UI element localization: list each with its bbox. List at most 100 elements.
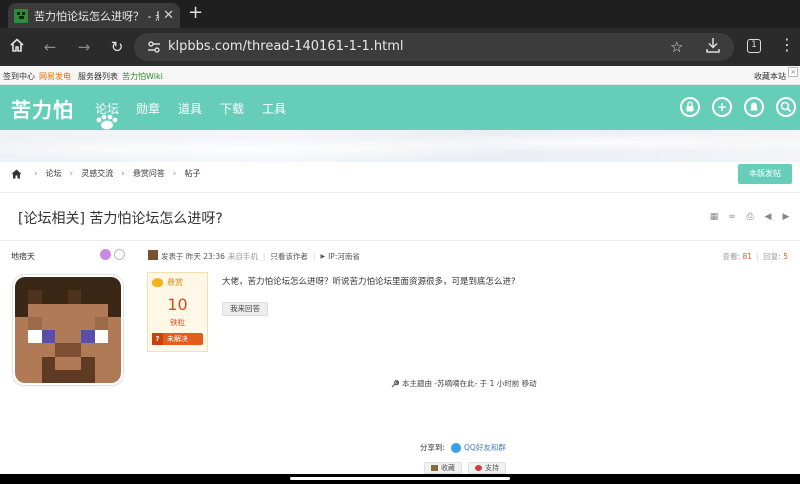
notification-bell-icon[interactable]	[744, 97, 764, 117]
topbar-link-checkin[interactable]: 签到中心	[3, 71, 35, 82]
avatar-pixel	[94, 277, 108, 291]
corner-close-icon[interactable]: ×	[788, 67, 798, 77]
site-top-links: 签到中心 网易发电 服务器列表 苦力怕Wiki 收藏本站 ×	[0, 66, 800, 85]
replies-label: 回复:	[763, 252, 781, 261]
avatar-pixel	[107, 277, 121, 291]
prev-thread-icon[interactable]: ◀	[763, 212, 773, 222]
avatar-pixel	[28, 356, 42, 370]
topbar-favorite-link[interactable]: 收藏本站	[754, 71, 786, 82]
topbar-link-servers[interactable]: 服务器列表	[78, 71, 118, 82]
tab-count-button[interactable]: 1	[747, 39, 761, 53]
back-arrow-icon[interactable]: ←	[40, 37, 60, 57]
meta-separator: |	[312, 252, 316, 261]
share-row: 分享到: QQ好友和群	[420, 442, 506, 453]
avatar-pixel	[15, 369, 29, 383]
avatar-pixel	[41, 303, 55, 317]
avatar-pixel	[41, 316, 55, 330]
tab-title: 苦力怕论坛怎么进呀？ - 悬赏	[34, 9, 159, 23]
post-action-buttons: 收藏 支持	[424, 462, 512, 474]
topbar-link-wiki[interactable]: 苦力怕Wiki	[122, 71, 163, 82]
search-icon[interactable]	[776, 97, 796, 117]
bounty-status-badge: ? 未解决	[152, 333, 203, 345]
avatar[interactable]	[12, 274, 124, 386]
breadcrumb-separator-icon: ›	[34, 168, 38, 179]
qrcode-icon[interactable]: ▦	[709, 212, 719, 222]
avatar-pixel	[28, 330, 42, 344]
breadcrumb-inspiration[interactable]: 灵感交流	[81, 168, 113, 179]
avatar-pixel	[68, 343, 82, 357]
avatar-pixel	[68, 277, 82, 291]
qq-icon[interactable]	[451, 442, 462, 453]
browser-menu-icon[interactable]: ⋮	[779, 37, 795, 53]
author-name[interactable]: 地痞天	[11, 251, 35, 262]
home-icon[interactable]	[7, 37, 27, 57]
breadcrumb-post[interactable]: 帖子	[184, 168, 200, 179]
only-author-link[interactable]: 只看该作者	[270, 251, 308, 262]
site-header: 苦力怕 论坛 勋章 道具 下载 工具 +	[0, 85, 800, 130]
breadcrumb-home-icon[interactable]	[11, 169, 22, 179]
new-post-button[interactable]: 本版发帖	[738, 164, 792, 184]
avatar-pixel	[54, 316, 68, 330]
support-label: 支持	[485, 464, 499, 472]
avatar-pixel	[81, 356, 95, 370]
lock-icon[interactable]	[680, 97, 700, 117]
paw-indicator-icon	[96, 114, 118, 130]
support-button[interactable]: 支持	[468, 462, 506, 474]
site-logo[interactable]: 苦力怕	[11, 94, 74, 123]
nav-item-medals[interactable]: 勋章	[136, 100, 160, 117]
browser-tab-bar: 苦力怕论坛怎么进呀？ - 悬赏 ✕ +	[0, 0, 800, 28]
site-info-icon[interactable]	[146, 39, 162, 55]
bounty-amount: 10	[167, 295, 188, 314]
forward-arrow-icon[interactable]: →	[74, 37, 94, 57]
avatar-pixel	[107, 316, 121, 330]
avatar-pixel	[54, 277, 68, 291]
nav-item-downloads[interactable]: 下载	[220, 100, 244, 117]
views-label: 查看:	[722, 252, 741, 261]
avatar-pixel	[54, 356, 68, 370]
bounty-unit: 铁粒	[170, 318, 185, 327]
avatar-pixel	[81, 316, 95, 330]
favorite-button[interactable]: 收藏	[424, 462, 462, 474]
browser-tab[interactable]: 苦力怕论坛怎么进呀？ - 悬赏 ✕	[8, 3, 180, 28]
wrench-icon	[391, 379, 399, 387]
avatar-pixel	[94, 316, 108, 330]
avatar-pixel	[81, 303, 95, 317]
bounty-header: 悬赏	[152, 277, 183, 288]
avatar-pixel	[41, 277, 55, 291]
add-icon[interactable]: +	[712, 97, 732, 117]
address-bar[interactable]: klpbbs.com/thread-140161-1-1.html	[134, 33, 734, 61]
avatar-pixel	[28, 369, 42, 383]
breadcrumb-bounty-qa[interactable]: 悬赏问答	[133, 168, 165, 179]
post-time: 发表于 昨天 23:36	[161, 252, 225, 261]
close-tab-icon[interactable]: ✕	[163, 8, 174, 23]
avatar-pixel	[54, 330, 68, 344]
answer-button[interactable]: 我来回答	[222, 302, 268, 316]
avatar-pixel	[107, 303, 121, 317]
avatar-pixel	[68, 316, 82, 330]
share-qq-link[interactable]: QQ好友和群	[464, 442, 506, 453]
reload-icon[interactable]: ↻	[107, 37, 127, 57]
avatar-pixel	[28, 343, 42, 357]
level-badge-icon	[114, 249, 125, 260]
divider	[0, 192, 800, 193]
browser-toolbar: ← → ↻ klpbbs.com/thread-140161-1-1.html …	[0, 28, 800, 66]
meta-separator: |	[262, 252, 266, 261]
print-icon[interactable]: ⎙	[745, 212, 755, 222]
topbar-link-power[interactable]: 网易发电	[39, 71, 71, 82]
favorite-icon	[431, 465, 438, 471]
link-icon[interactable]: ∞	[727, 212, 737, 222]
avatar-pixel	[28, 290, 42, 304]
new-tab-icon[interactable]: +	[188, 4, 203, 22]
breadcrumb-forum[interactable]: 论坛	[46, 168, 62, 179]
next-thread-icon[interactable]: ▶	[781, 212, 791, 222]
avatar-pixel	[41, 356, 55, 370]
gesture-handle[interactable]	[290, 477, 510, 480]
bookmark-star-icon[interactable]: ☆	[670, 38, 683, 56]
nav-item-tools[interactable]: 工具	[262, 100, 286, 117]
post-body: 大佬，苦力怕论坛怎么进呀？听说苦力怕论坛里面资源很多，可是到底怎么进?	[222, 277, 516, 287]
download-icon[interactable]	[705, 36, 721, 54]
post-source: 来自手机	[227, 252, 258, 261]
avatar-pixel	[28, 277, 42, 291]
nav-item-props[interactable]: 道具	[178, 100, 202, 117]
avatar-pixel	[81, 330, 95, 344]
